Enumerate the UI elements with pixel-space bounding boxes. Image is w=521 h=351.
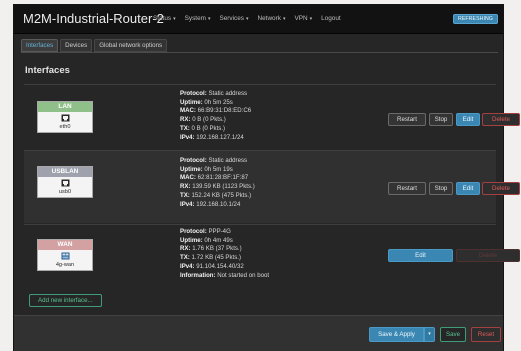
- ethernet-port-icon: [61, 114, 70, 122]
- interface-badge-usblan: USBLAN usb0: [37, 166, 93, 198]
- menu-network[interactable]: Network ▾: [258, 15, 286, 22]
- delete-button[interactable]: Delete: [482, 113, 520, 126]
- tab-divider: [21, 52, 498, 53]
- menu-logout[interactable]: Logout: [321, 15, 341, 22]
- interface-info: Protocol: Static address Uptime: 0h 5m 1…: [180, 157, 255, 208]
- delete-button[interactable]: Delete: [482, 182, 520, 195]
- tab-global-network-options[interactable]: Global network options: [94, 39, 168, 52]
- chevron-down-icon: ▾: [428, 331, 431, 337]
- interface-row-wan: WAN 4g-wan Protocol: PPP-4G Uptime: 0h 4…: [24, 224, 520, 286]
- interface-info: Protocol: Static address Uptime: 0h 5m 2…: [180, 90, 252, 141]
- top-navbar: M2M-Industrial-Router-2 Status ▾ System ▾ …: [14, 5, 503, 34]
- edit-button[interactable]: Edit: [456, 182, 480, 195]
- luci-page: M2M-Industrial-Router-2 Status ▾ System ▾ …: [13, 4, 520, 351]
- menu-vpn[interactable]: VPN ▾: [294, 15, 312, 22]
- edit-button[interactable]: Edit: [456, 113, 480, 126]
- save-button[interactable]: Save: [440, 327, 466, 342]
- save-apply-dropdown-button[interactable]: ▾: [424, 327, 435, 342]
- interface-row-lan: LAN eth0 Protocol: Static address Uptime…: [24, 84, 520, 149]
- modem-icon: [61, 252, 70, 260]
- interface-name: WAN: [38, 240, 92, 250]
- interface-badge-lan: LAN eth0: [37, 101, 93, 133]
- tab-interfaces[interactable]: Interfaces: [21, 39, 59, 52]
- add-interface-button[interactable]: Add new interface...: [29, 294, 102, 307]
- tab-bar: Interfaces Devices Global network option…: [21, 39, 169, 52]
- section-title: Interfaces: [25, 65, 70, 76]
- reset-button[interactable]: Reset: [471, 327, 501, 342]
- interface-info: Protocol: PPP-4G Uptime: 0h 4m 49s RX: 1…: [180, 228, 270, 279]
- stop-button[interactable]: Stop: [429, 113, 453, 126]
- chevron-down-icon: ▾: [309, 16, 313, 22]
- delete-button[interactable]: Delete: [456, 249, 520, 262]
- menu-status[interactable]: Status ▾: [153, 15, 176, 22]
- refreshing-badge[interactable]: REFRESHING: [452, 14, 498, 24]
- edit-button[interactable]: Edit: [388, 249, 453, 262]
- menu-system[interactable]: System ▾: [185, 15, 211, 22]
- action-footer: Save & Apply ▾ Save Reset: [14, 315, 503, 351]
- interface-device: eth0: [59, 124, 71, 130]
- restart-button[interactable]: Restart: [388, 182, 426, 195]
- restart-button[interactable]: Restart: [388, 113, 426, 126]
- tab-devices[interactable]: Devices: [60, 39, 93, 52]
- chevron-down-icon: ▾: [282, 16, 286, 22]
- interface-name: LAN: [38, 102, 92, 112]
- interface-row-usblan: USBLAN usb0 Protocol: Static address Upt…: [24, 150, 520, 223]
- interface-badge-wan: WAN 4g-wan: [37, 239, 93, 271]
- chevron-down-icon: ▾: [173, 16, 176, 22]
- menu-services[interactable]: Services ▾: [219, 15, 248, 22]
- interface-device: 4g-wan: [55, 262, 75, 268]
- chevron-down-icon: ▾: [207, 16, 211, 22]
- interface-device: usb0: [58, 189, 72, 195]
- ethernet-port-icon: [61, 179, 70, 187]
- chevron-down-icon: ▾: [245, 16, 249, 22]
- save-apply-button[interactable]: Save & Apply: [369, 327, 424, 342]
- brand-title[interactable]: M2M-Industrial-Router-2: [23, 11, 164, 26]
- interface-name: USBLAN: [38, 167, 92, 177]
- stop-button[interactable]: Stop: [429, 182, 453, 195]
- main-menu: Status ▾ System ▾ Services ▾ Network ▾ VPN ▾ …: [153, 15, 350, 22]
